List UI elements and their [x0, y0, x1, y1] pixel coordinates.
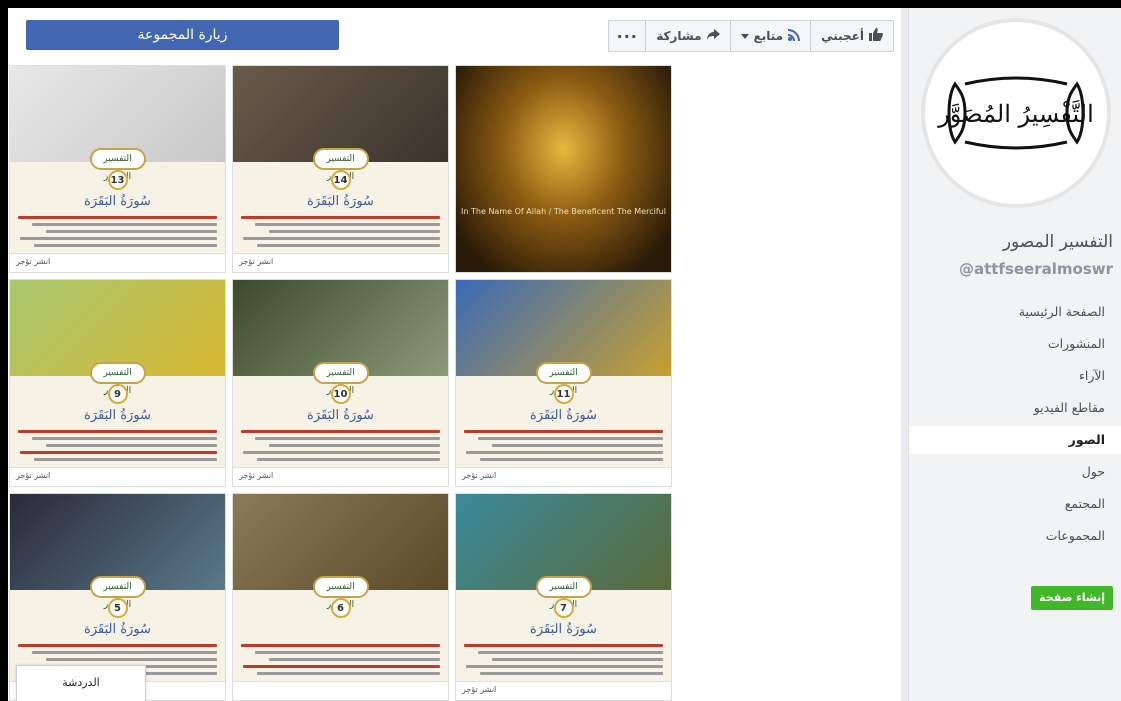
share-icon: [706, 29, 720, 43]
profile-picture[interactable]: التَّفْسِيرُ المُصَوَّر: [921, 18, 1111, 208]
like-button[interactable]: أعجبني: [810, 21, 893, 51]
verse-text-block: [18, 216, 217, 251]
photos-main: زيارة المجموعة ··· مشاركة متابع أعجبني I…: [8, 8, 901, 701]
page-nav: الصفحة الرئيسية المنشورات الآراء مقاطع ا…: [909, 298, 1121, 554]
surah-title: سُورَةُ البَقَرَة: [530, 408, 597, 423]
more-label: ···: [616, 26, 638, 46]
photo-thumbnail[interactable]: التفسير المصور10 سُورَةُ البَقَرَة انشر تؤ…: [232, 279, 449, 487]
episode-number: 6: [330, 598, 351, 618]
app-frame: زيارة المجموعة ··· مشاركة متابع أعجبني I…: [8, 8, 1121, 701]
share-reward-text: انشر تؤجر: [16, 471, 51, 480]
caret-down-icon: [740, 29, 749, 43]
photo-thumbnail[interactable]: التفسير المصور6: [232, 493, 449, 701]
card-footer: انشر تؤجر: [233, 467, 448, 486]
card-footer: انشر تؤجر: [456, 467, 671, 486]
photo-thumbnail[interactable]: التفسير المصور9 سُورَةُ البَقَرَة انشر تؤج…: [9, 279, 226, 487]
share-reward-text: انشر تؤجر: [462, 685, 497, 694]
verse-text-block: [241, 430, 440, 465]
surah-title: سُورَةُ البَقَرَة: [84, 408, 151, 423]
surah-title: سُورَةُ البَقَرَة: [84, 194, 151, 209]
tafseer-emblem: التفسير المصور: [312, 362, 369, 396]
share-label: مشاركة: [656, 29, 702, 43]
tafseer-emblem: التفسير المصور: [535, 576, 592, 610]
episode-number: 9: [107, 384, 128, 404]
surah-title: سُورَةُ البَقَرَة: [307, 408, 374, 423]
page-action-bar: زيارة المجموعة ··· مشاركة متابع أعجبني: [8, 8, 901, 64]
nav-videos[interactable]: مقاطع الفيديو: [909, 394, 1121, 422]
rss-icon: [788, 28, 801, 44]
nav-groups[interactable]: المجموعات: [909, 522, 1121, 550]
surah-title: سُورَةُ البَقَرَة: [84, 622, 151, 637]
photo-thumbnail[interactable]: التفسير المصور13 سُورَةُ البَقَرَة انشر تؤ…: [9, 65, 226, 273]
tafseer-emblem: التفسير المصور: [535, 362, 592, 396]
tafseer-emblem: التفسير المصور: [312, 576, 369, 610]
verse-text-block: [464, 644, 663, 679]
share-reward-text: انشر تؤجر: [239, 471, 274, 480]
tafseer-emblem: التفسير المصور: [89, 362, 146, 396]
share-reward-text: انشر تؤجر: [462, 471, 497, 480]
follow-button[interactable]: متابع: [729, 21, 811, 51]
verse-text-block: [464, 430, 663, 465]
like-label: أعجبني: [821, 29, 864, 43]
surah-title: سُورَةُ البَقَرَة: [530, 622, 597, 637]
more-button[interactable]: ···: [609, 21, 645, 51]
card-footer: انشر تؤجر: [10, 253, 225, 272]
photo-thumbnail[interactable]: التفسير المصور11 سُورَةُ البَقَرَة انشر تؤ…: [455, 279, 672, 487]
nav-photos[interactable]: الصور: [909, 426, 1121, 454]
episode-number: 7: [553, 598, 574, 618]
photo-image: [456, 66, 671, 272]
episode-number: 11: [553, 384, 574, 404]
tafseer-emblem: التفسير المصور: [312, 148, 369, 182]
share-button[interactable]: مشاركة: [645, 21, 729, 51]
page-actions: ··· مشاركة متابع أعجبني: [608, 20, 894, 52]
verse-text-block: [18, 430, 217, 465]
episode-number: 10: [330, 384, 351, 404]
nav-home[interactable]: الصفحة الرئيسية: [909, 298, 1121, 326]
chat-tab[interactable]: الدردشة: [16, 665, 146, 701]
photo-thumbnail[interactable]: التفسير المصور14 سُورَةُ البَقَرَة انشر تؤ…: [232, 65, 449, 273]
share-reward-text: انشر تؤجر: [239, 257, 274, 266]
thumbs-up-icon: [869, 28, 883, 44]
episode-number: 13: [107, 170, 128, 190]
page-handle[interactable]: @attfseeralmoswr: [959, 260, 1113, 278]
photo-thumbnail[interactable]: In The Name Of Allah / The Beneficent Th…: [455, 65, 672, 273]
tafseer-emblem: التفسير المصور: [89, 148, 146, 182]
card-footer: [233, 681, 448, 700]
episode-number: 14: [330, 170, 351, 190]
card-footer: انشر تؤجر: [233, 253, 448, 272]
logo-text: التَّفْسِيرُ المُصَوَّر: [937, 100, 1094, 128]
tafseer-logo-icon: التَّفْسِيرُ المُصَوَّر: [937, 76, 1094, 150]
card-footer: انشر تؤجر: [456, 681, 671, 700]
page-name[interactable]: التفسير المصور: [1003, 232, 1113, 252]
photo-thumbnail[interactable]: التفسير المصور7 سُورَةُ البَقَرَة انشر تؤج…: [455, 493, 672, 701]
create-page-button[interactable]: إنشاء صفحة: [1031, 586, 1113, 610]
verse-text-block: [241, 216, 440, 251]
episode-number: 5: [107, 598, 128, 618]
tafseer-emblem: التفسير المصور: [89, 576, 146, 610]
follow-label: متابع: [753, 29, 784, 43]
page-sidebar: التَّفْسِيرُ المُصَوَّر التفسير المصور @…: [908, 8, 1121, 701]
card-footer: انشر تؤجر: [10, 467, 225, 486]
photo-grid: In The Name Of Allah / The Beneficent Th…: [9, 65, 682, 701]
nav-reviews[interactable]: الآراء: [909, 362, 1121, 390]
basmala-caption: In The Name Of Allah / The Beneficent Th…: [461, 207, 666, 216]
nav-community[interactable]: المجتمع: [909, 490, 1121, 518]
surah-title: سُورَةُ البَقَرَة: [307, 194, 374, 209]
verse-text-block: [241, 644, 440, 679]
visit-group-button[interactable]: زيارة المجموعة: [26, 20, 339, 50]
nav-about[interactable]: حول: [909, 458, 1121, 486]
nav-posts[interactable]: المنشورات: [909, 330, 1121, 358]
share-reward-text: انشر تؤجر: [16, 257, 51, 266]
